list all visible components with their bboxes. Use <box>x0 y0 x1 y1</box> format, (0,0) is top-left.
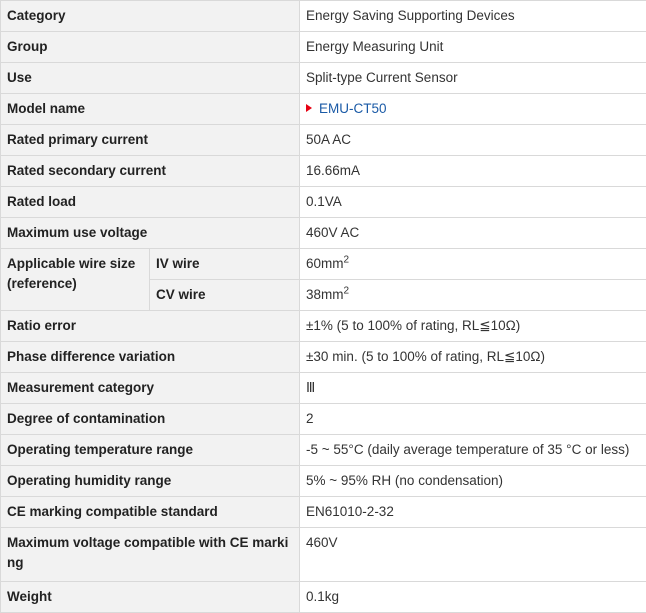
use-label: Use <box>0 62 301 94</box>
rated-primary-current-value: 50A AC <box>299 124 646 156</box>
phase-difference-variation-value: ±30 min. (5 to 100% of rating, RL≦10Ω) <box>299 341 646 373</box>
rated-load-label: Rated load <box>0 186 301 218</box>
spec-table: Category Energy Saving Supporting Device… <box>0 0 646 613</box>
operating-temperature-range-label: Operating temperature range <box>0 434 301 466</box>
row-operating-temperature-range: Operating temperature range -5 ~ 55°C (d… <box>0 434 646 466</box>
max-voltage-ce-value: 460V <box>299 527 646 582</box>
row-ce-marking-standard: CE marking compatible standard EN61010-2… <box>0 496 646 528</box>
operating-humidity-range-value: 5% ~ 95% RH (no condensation) <box>299 465 646 497</box>
degree-of-contamination-value: 2 <box>299 403 646 435</box>
group-label: Group <box>0 31 301 63</box>
maximum-use-voltage-value: 460V AC <box>299 217 646 249</box>
row-degree-of-contamination: Degree of contamination 2 <box>0 403 646 435</box>
row-max-voltage-ce: Maximum voltage compatible with CE marki… <box>0 527 646 582</box>
group-value: Energy Measuring Unit <box>299 31 646 63</box>
iv-wire-superscript: 2 <box>343 254 350 266</box>
row-applicable-wire-size-iv: Applicable wire size (reference) IV wire… <box>0 248 646 311</box>
model-name-label: Model name <box>0 93 301 125</box>
cv-wire-superscript: 2 <box>343 285 350 297</box>
row-weight: Weight 0.1kg <box>0 581 646 613</box>
row-measurement-category: Measurement category Ⅲ <box>0 372 646 404</box>
maximum-use-voltage-label: Maximum use voltage <box>0 217 301 249</box>
row-model-name: Model name EMU-CT50 <box>0 93 646 125</box>
model-name-link[interactable]: EMU-CT50 <box>319 101 387 116</box>
arrow-right-icon <box>306 104 313 112</box>
rated-secondary-current-label: Rated secondary current <box>0 155 301 187</box>
category-value: Energy Saving Supporting Devices <box>299 0 646 32</box>
iv-wire-value-cell: 60mm2 <box>299 248 646 280</box>
rated-load-value: 0.1VA <box>299 186 646 218</box>
row-operating-humidity-range: Operating humidity range 5% ~ 95% RH (no… <box>0 465 646 497</box>
max-voltage-ce-label: Maximum voltage compatible with CE marki… <box>0 527 301 582</box>
degree-of-contamination-label: Degree of contamination <box>0 403 301 435</box>
operating-temperature-range-value: -5 ~ 55°C (daily average temperature of … <box>299 434 646 466</box>
ce-marking-standard-value: EN61010-2-32 <box>299 496 646 528</box>
weight-label: Weight <box>0 581 301 613</box>
ratio-error-value: ±1% (5 to 100% of rating, RL≦10Ω) <box>299 310 646 342</box>
iv-wire-label: IV wire <box>148 248 301 280</box>
category-label: Category <box>0 0 301 32</box>
row-ratio-error: Ratio error ±1% (5 to 100% of rating, RL… <box>0 310 646 342</box>
iv-wire-value: 60mm <box>306 256 344 271</box>
weight-value: 0.1kg <box>299 581 646 613</box>
row-use: Use Split-type Current Sensor <box>0 62 646 94</box>
row-rated-load: Rated load 0.1VA <box>0 186 646 218</box>
ce-marking-standard-label: CE marking compatible standard <box>0 496 301 528</box>
applicable-wire-size-label: Applicable wire size (reference) <box>0 248 150 311</box>
rated-secondary-current-value: 16.66mA <box>299 155 646 187</box>
measurement-category-value: Ⅲ <box>299 372 646 404</box>
cv-wire-label: CV wire <box>148 279 301 311</box>
cv-wire-value: 38mm <box>306 287 344 302</box>
row-category: Category Energy Saving Supporting Device… <box>0 0 646 32</box>
use-value: Split-type Current Sensor <box>299 62 646 94</box>
model-name-cell: EMU-CT50 <box>299 93 646 125</box>
phase-difference-variation-label: Phase difference variation <box>0 341 301 373</box>
ratio-error-label: Ratio error <box>0 310 301 342</box>
row-maximum-use-voltage: Maximum use voltage 460V AC <box>0 217 646 249</box>
rated-primary-current-label: Rated primary current <box>0 124 301 156</box>
operating-humidity-range-label: Operating humidity range <box>0 465 301 497</box>
row-phase-difference-variation: Phase difference variation ±30 min. (5 t… <box>0 341 646 373</box>
row-rated-primary-current: Rated primary current 50A AC <box>0 124 646 156</box>
row-group: Group Energy Measuring Unit <box>0 31 646 63</box>
row-rated-secondary-current: Rated secondary current 16.66mA <box>0 155 646 187</box>
cv-wire-value-cell: 38mm2 <box>299 279 646 311</box>
measurement-category-label: Measurement category <box>0 372 301 404</box>
